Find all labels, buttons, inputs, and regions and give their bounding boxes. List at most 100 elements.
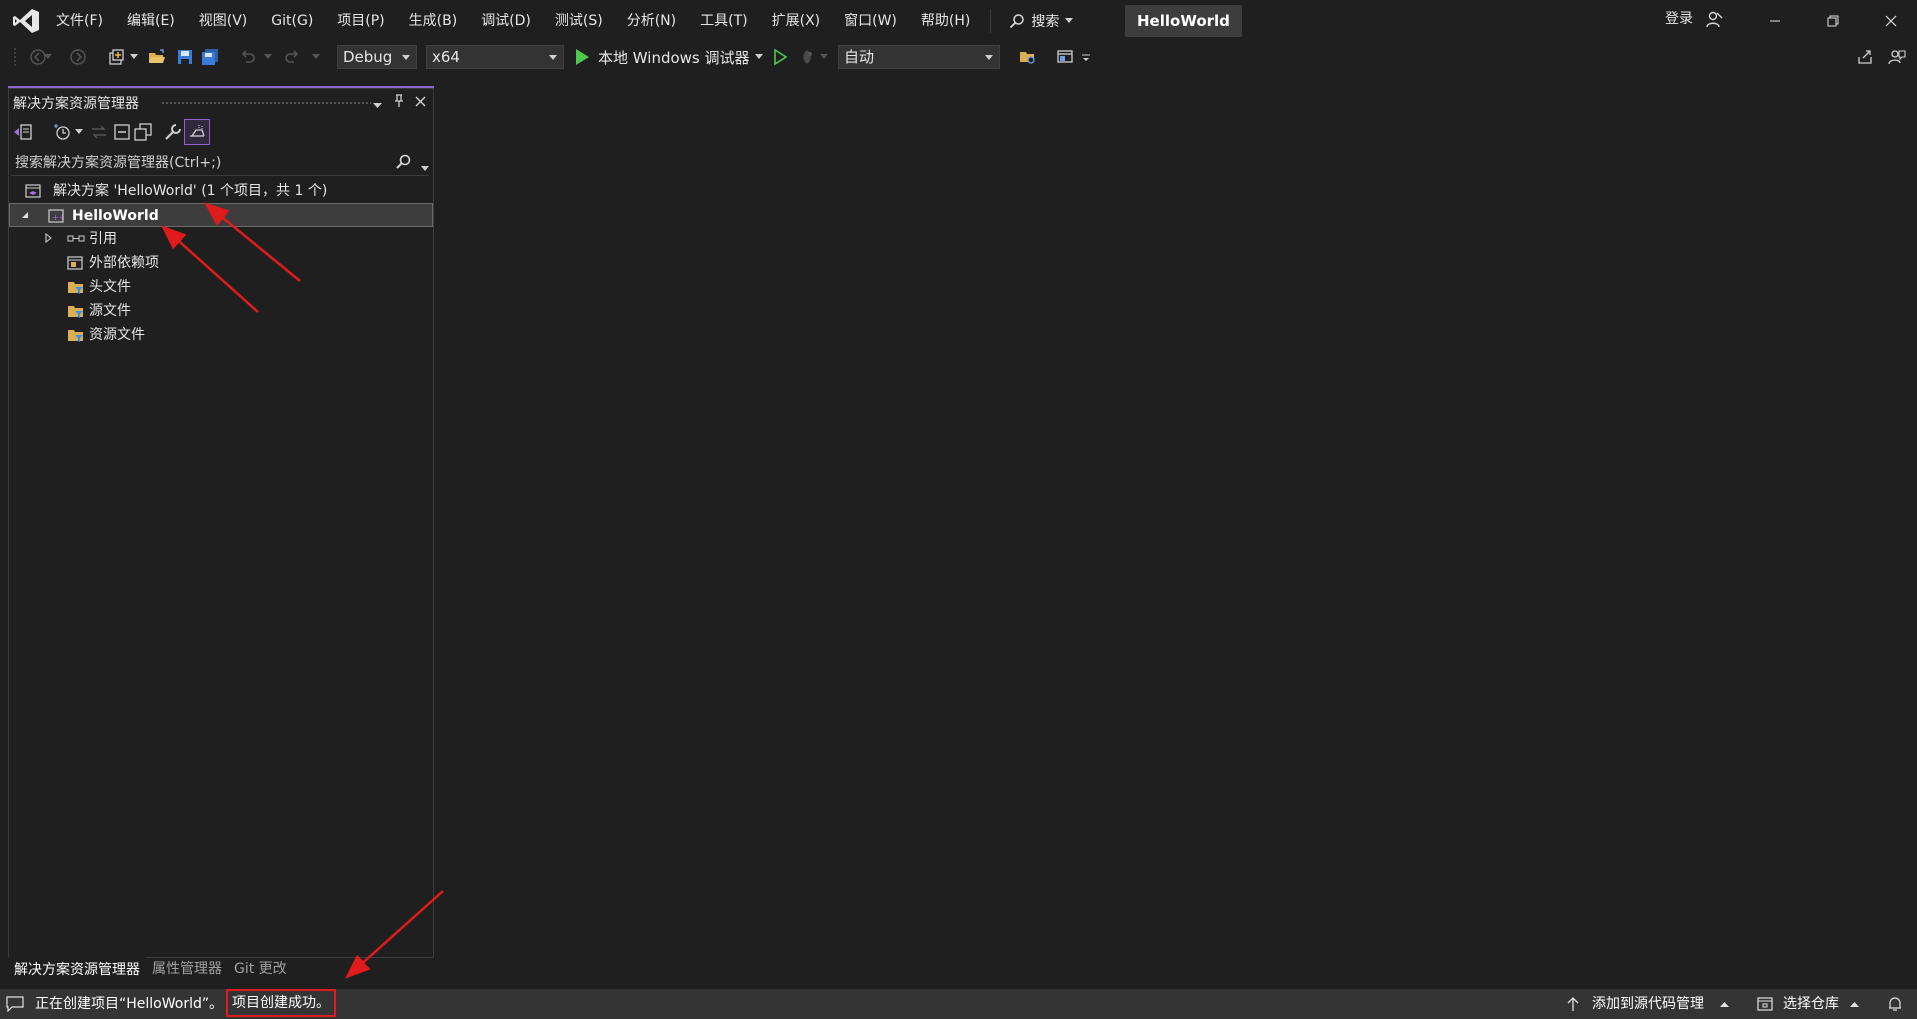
debug-mode-dropdown[interactable]: 自动 [838,45,1000,69]
tree-item-external-dependencies[interactable]: 外部依赖项 [9,251,433,275]
open-folder-in-explorer-icon[interactable] [1018,47,1038,67]
properties-wrench-icon[interactable] [163,122,183,142]
chevron-down-icon[interactable] [43,47,53,67]
show-all-files-icon[interactable] [133,122,153,142]
solution-tree: 解决方案 'HelloWorld' (1 个项目，共 1 个) ++ Hello… [9,179,433,347]
collapse-all-icon[interactable] [112,122,132,142]
tab-property-manager[interactable]: 属性管理器 [146,957,228,983]
panel-drag-grip[interactable] [161,101,371,105]
switch-views-icon[interactable] [13,122,33,142]
menu-build[interactable]: 生成(B) [397,0,470,42]
select-repository-button[interactable]: 选择仓库 [1783,989,1839,1019]
solution-explorer-search [11,151,429,176]
navigate-forward-icon[interactable] [68,47,88,67]
output-message-icon[interactable] [6,996,24,1016]
search-menu-button[interactable]: 搜索 [999,11,1083,31]
minimize-button[interactable] [1752,0,1798,42]
menu-debug[interactable]: 调试(D) [469,0,543,42]
window-layout-icon[interactable] [1055,47,1075,67]
chevron-down-icon[interactable] [818,47,830,67]
menu-edit[interactable]: 编辑(E) [115,0,187,42]
tree-item-resource-files[interactable]: 资源文件 [9,323,433,347]
restore-button[interactable] [1810,0,1856,42]
save-icon[interactable] [175,47,195,67]
new-project-icon[interactable] [106,47,126,67]
menu-view[interactable]: 视图(V) [187,0,260,42]
menu-analyze[interactable]: 分析(N) [615,0,688,42]
debug-mode-value: 自动 [844,48,875,66]
close-window-button[interactable] [1868,0,1914,42]
menu-tools[interactable]: 工具(T) [688,0,759,42]
solution-icon [25,183,41,199]
solution-platform-dropdown[interactable]: x64 [426,45,564,69]
close-panel-icon[interactable] [415,95,426,111]
menu-separator [990,9,992,33]
tree-project-node[interactable]: ++ HelloWorld [9,203,433,227]
live-share-icon[interactable] [1887,47,1907,67]
solution-search-input[interactable] [15,153,385,173]
collapse-arrow-icon[interactable] [21,204,29,228]
chevron-down-icon[interactable] [310,47,322,67]
solution-explorer-title: 解决方案资源管理器 [13,96,139,112]
menu-test[interactable]: 测试(S) [543,0,615,42]
menu-bar: 文件(F) 编辑(E) 视图(V) Git(G) 项目(P) 生成(B) 调试(… [44,0,1083,42]
chevron-down-icon[interactable] [262,47,274,67]
save-all-icon[interactable] [200,47,220,67]
pending-changes-filter-icon[interactable] [53,122,73,142]
menu-project[interactable]: 项目(P) [325,0,396,42]
chevron-down-icon[interactable] [73,122,85,142]
start-debugging-button[interactable]: 本地 Windows 调试器 [598,47,750,68]
restore-icon [1827,15,1839,27]
project-label: HelloWorld [72,208,159,224]
solution-explorer-toolbar [9,117,433,147]
chevron-down-icon[interactable] [753,47,765,67]
solution-configuration-dropdown[interactable]: Debug [337,45,417,69]
tree-item-header-files[interactable]: 头文件 [9,275,433,299]
sync-with-active-document-icon[interactable] [89,122,109,142]
toolbar-overflow-icon[interactable] [1080,47,1092,67]
menu-window[interactable]: 窗口(W) [832,0,909,42]
search-options-dropdown-icon[interactable] [421,160,429,176]
tree-item-label: 外部依赖项 [89,255,159,271]
pin-icon[interactable] [393,94,405,112]
tab-solution-explorer[interactable]: 解决方案资源管理器 [8,957,146,983]
chevron-up-icon[interactable] [1850,989,1859,1019]
login-button[interactable]: 登录 [1665,0,1693,38]
standard-toolbar: Debug x64 本地 Windows 调试器 自动 [0,42,1917,72]
external-dependencies-icon [67,255,83,271]
redo-icon[interactable] [282,47,302,67]
undo-icon[interactable] [238,47,258,67]
search-menu-label: 搜索 [1031,14,1060,30]
hot-reload-icon[interactable] [797,47,817,67]
account-person-icon[interactable] [1705,11,1723,33]
panel-options-dropdown-icon[interactable] [373,97,382,113]
toolbar-grip-icon [12,47,18,67]
menu-extensions[interactable]: 扩展(X) [760,0,833,42]
share-icon[interactable] [1855,47,1875,67]
close-icon [1885,15,1897,27]
expand-arrow-icon[interactable] [45,227,52,251]
minimize-icon [1770,20,1780,22]
tree-item-label: 引用 [89,231,117,247]
chevron-down-icon[interactable] [128,47,140,67]
open-folder-icon[interactable] [147,47,167,67]
chevron-down-icon [549,55,557,60]
notifications-bell-icon[interactable] [1887,989,1903,1019]
tree-item-source-files[interactable]: 源文件 [9,299,433,323]
chevron-up-icon[interactable] [1720,989,1729,1019]
menu-help[interactable]: 帮助(H) [909,0,982,42]
search-icon[interactable] [395,154,411,174]
menu-file[interactable]: 文件(F) [44,0,115,42]
tree-solution-node[interactable]: 解决方案 'HelloWorld' (1 个项目，共 1 个) [9,179,433,203]
preview-selected-items-icon[interactable] [184,119,210,145]
tree-item-references[interactable]: 引用 [9,227,433,251]
title-bar: 文件(F) 编辑(E) 视图(V) Git(G) 项目(P) 生成(B) 调试(… [0,0,1917,42]
solution-title-badge: HelloWorld [1125,5,1242,37]
tab-git-changes[interactable]: Git 更改 [228,957,293,983]
menu-git[interactable]: Git(G) [259,0,325,42]
start-debugging-icon[interactable] [572,47,592,67]
start-without-debugging-icon[interactable] [770,47,790,67]
add-to-source-control-button[interactable]: 添加到源代码管理 [1592,989,1704,1019]
svg-text:++: ++ [52,213,64,222]
filter-folder-icon [67,303,83,319]
